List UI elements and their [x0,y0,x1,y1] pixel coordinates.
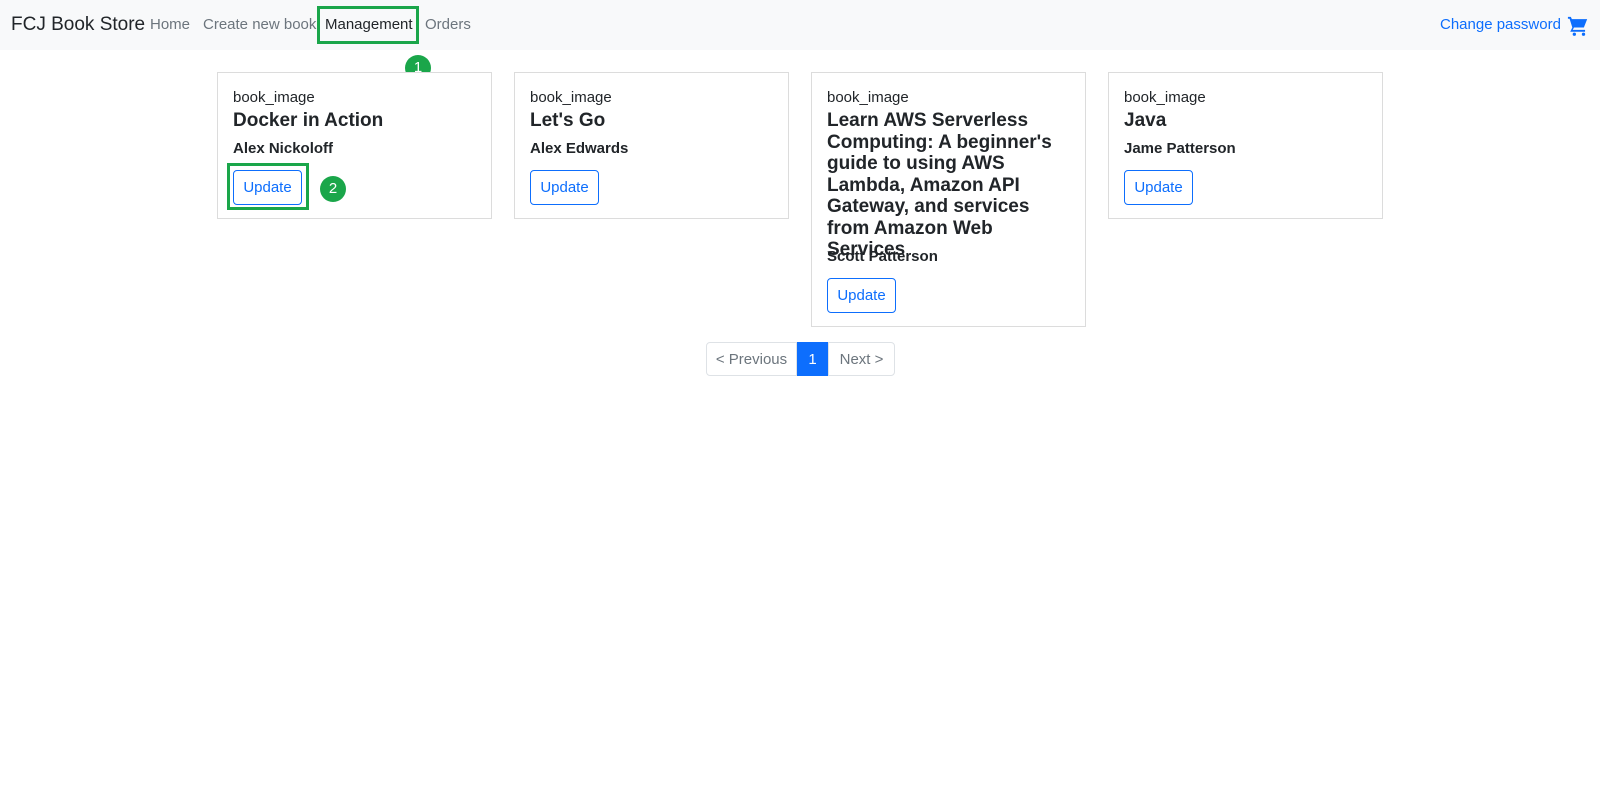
book-author: Scott Patterson [827,248,938,265]
update-button[interactable]: Update [233,170,302,205]
book-card: book_image Docker in Action Alex Nickolo… [217,72,492,219]
pagination-page-1[interactable]: 1 [797,342,828,376]
book-card: book_image Java Jame Patterson Update [1108,72,1383,219]
book-image: book_image [233,89,315,106]
book-author: Alex Edwards [530,140,629,157]
book-author: Jame Patterson [1124,140,1236,157]
book-author: Alex Nickoloff [233,140,334,157]
brand-logo[interactable]: FCJ Book Store [11,14,145,36]
nav-orders[interactable]: Orders [425,16,471,33]
book-title: Docker in Action [233,110,384,131]
nav-create-new-book[interactable]: Create new book [203,16,316,33]
book-title: Java [1124,110,1167,131]
top-navbar: FCJ Book Store Home Create new book Mana… [0,0,1600,50]
change-password-link[interactable]: Change password [1440,16,1561,33]
nav-home[interactable]: Home [150,16,190,33]
update-button[interactable]: Update [827,278,896,313]
book-image-alt: book_image [1124,89,1206,106]
pagination-previous[interactable]: < Previous [706,342,797,376]
step-marker-2: 2 [320,176,346,202]
book-image-alt: book_image [233,89,315,106]
book-image: book_image [530,89,612,106]
cart-icon[interactable] [1567,15,1589,37]
book-card: book_image Learn AWS Serverless Computin… [811,72,1086,327]
book-image-alt: book_image [530,89,612,106]
update-button[interactable]: Update [1124,170,1193,205]
book-title: Learn AWS Serverless Computing: A beginn… [827,110,1052,260]
nav-management[interactable]: Management [325,16,413,33]
book-image: book_image [827,89,909,106]
pagination-next[interactable]: Next > [828,342,895,376]
book-title: Let's Go [530,110,606,131]
update-button[interactable]: Update [530,170,599,205]
pagination: < Previous 1 Next > [706,342,895,376]
book-card: book_image Let's Go Alex Edwards Update [514,72,789,219]
book-image-alt: book_image [827,89,909,106]
book-image: book_image [1124,89,1206,106]
